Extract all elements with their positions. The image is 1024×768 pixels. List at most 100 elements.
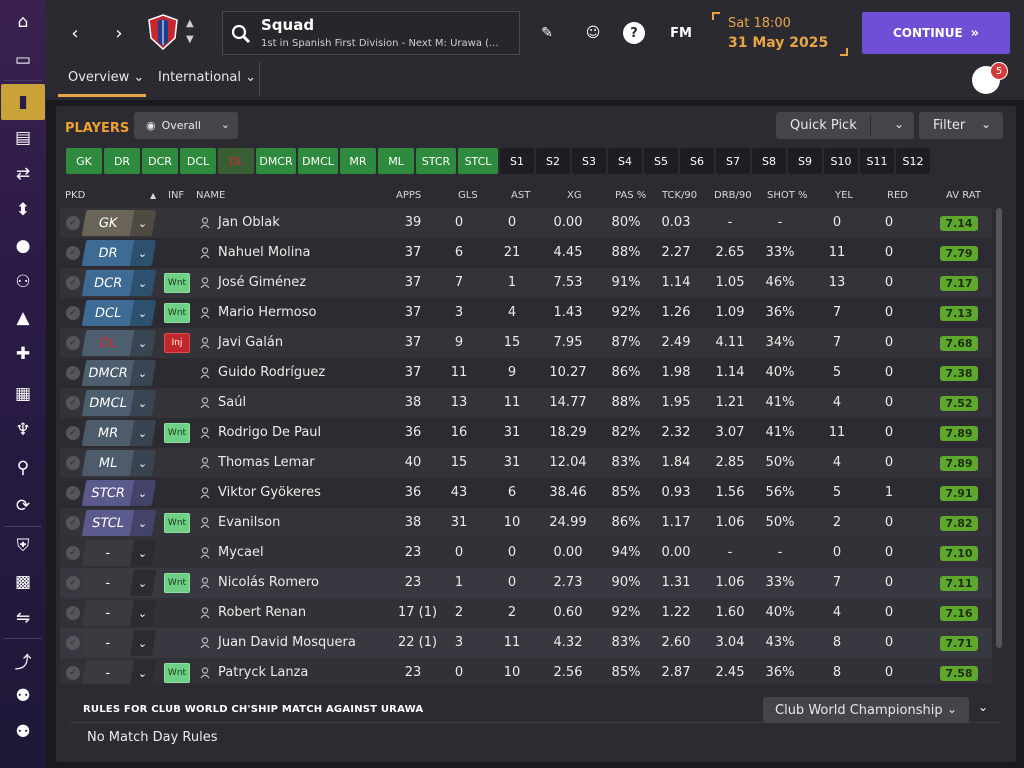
position-selector[interactable]: DCR ⌄: [81, 270, 157, 296]
col-header-pas[interactable]: PAS %: [615, 190, 646, 201]
col-header-apps[interactable]: APPS: [396, 190, 421, 201]
position-selector[interactable]: DR ⌄: [81, 240, 157, 266]
table-row[interactable]: ✓ MR ⌄ Wnt Rodrigo De Paul 36 16 31 18.29 82% 2.32…: [60, 418, 992, 448]
position-filter-s12[interactable]: S12: [896, 148, 930, 174]
position-filter-gk[interactable]: GK: [66, 148, 102, 174]
player-name[interactable]: Mario Hermoso: [218, 305, 316, 320]
player-profile-icon[interactable]: [200, 547, 210, 559]
player-profile-icon[interactable]: [200, 367, 210, 379]
quick-pick-button[interactable]: Quick Pick ⌄: [776, 112, 914, 139]
position-filter-ml[interactable]: ML: [378, 148, 414, 174]
manager-face-icon[interactable]: ☺: [580, 20, 606, 46]
table-scrollbar[interactable]: [996, 208, 1002, 648]
transfers-icon[interactable]: ⇄: [0, 156, 46, 192]
player-profile-icon[interactable]: [200, 487, 210, 499]
position-filter-dl[interactable]: DL: [218, 148, 254, 174]
position-selector[interactable]: - ⌄: [81, 540, 157, 566]
player-name[interactable]: Nicolás Romero: [218, 575, 319, 590]
position-filter-s3[interactable]: S3: [572, 148, 606, 174]
pick-check-icon[interactable]: ✓: [66, 246, 80, 260]
back-arrow-icon[interactable]: ‹: [62, 20, 88, 46]
injury-badge[interactable]: Inj: [164, 333, 190, 353]
transfer-negotiations-icon[interactable]: ⇋: [0, 600, 46, 636]
player-name[interactable]: Rodrigo De Paul: [218, 425, 321, 440]
date-box[interactable]: Sat 18:00 31 May 2025: [710, 12, 850, 56]
home-icon[interactable]: ⌂: [0, 4, 46, 40]
wanted-badge[interactable]: Wnt: [164, 573, 190, 593]
table-row[interactable]: ✓ STCL ⌄ Wnt Evanilson 38 31 10 24.99 86% 1.17 1.06…: [60, 508, 992, 538]
scouting-icon[interactable]: ●: [0, 228, 46, 264]
col-header-inf[interactable]: INF: [168, 190, 184, 201]
player-name[interactable]: Jan Oblak: [218, 215, 280, 230]
position-selector[interactable]: - ⌄: [81, 600, 157, 626]
pick-check-icon[interactable]: ✓: [66, 216, 80, 230]
position-selector[interactable]: DMCL ⌄: [81, 390, 157, 416]
position-filter-s7[interactable]: S7: [716, 148, 750, 174]
club-vision-icon[interactable]: ▲: [0, 300, 46, 336]
table-row[interactable]: ✓ DL ⌄ Inj Javi Galán 37 9 15 7.95 87% 2.49 4.11 34%…: [60, 328, 992, 358]
player-name[interactable]: Thomas Lemar: [218, 455, 315, 470]
player-profile-icon[interactable]: [200, 217, 210, 229]
position-selector[interactable]: - ⌄: [81, 570, 157, 596]
player-name[interactable]: Saúl: [218, 395, 246, 410]
b-team-icon[interactable]: ⚉: [0, 714, 46, 750]
position-selector[interactable]: STCL ⌄: [81, 510, 157, 536]
pick-check-icon[interactable]: ✓: [66, 276, 80, 290]
player-name[interactable]: Nahuel Molina: [218, 245, 311, 260]
position-filter-dr[interactable]: DR: [104, 148, 140, 174]
position-selector[interactable]: DCL ⌄: [81, 300, 157, 326]
pick-check-icon[interactable]: ✓: [66, 426, 80, 440]
wanted-badge[interactable]: Wnt: [164, 513, 190, 533]
player-name[interactable]: Javi Galán: [218, 335, 283, 350]
table-row[interactable]: ✓ STCR ⌄ Viktor Gyökeres 36 43 6 38.46 85% 0.93 1.…: [60, 478, 992, 508]
help-icon[interactable]: ?: [623, 22, 645, 44]
player-profile-icon[interactable]: [200, 607, 210, 619]
position-filter-s6[interactable]: S6: [680, 148, 714, 174]
col-header-red[interactable]: RED: [887, 190, 908, 201]
staff-icon[interactable]: ⚇: [0, 264, 46, 300]
position-selector[interactable]: DL ⌄: [81, 330, 157, 356]
player-profile-icon[interactable]: [200, 337, 210, 349]
position-filter-dmcl[interactable]: DMCL: [298, 148, 338, 174]
continue-button[interactable]: CONTINUE »: [862, 12, 1010, 54]
wanted-badge[interactable]: Wnt: [164, 663, 190, 683]
player-name[interactable]: Viktor Gyökeres: [218, 485, 321, 500]
table-row[interactable]: ✓ - ⌄ Juan David Mosquera 22 (1) 3 11 4.32 83% 2.…: [60, 628, 992, 658]
wanted-badge[interactable]: Wnt: [164, 303, 190, 323]
player-profile-icon[interactable]: [200, 277, 210, 289]
col-header-av-rat[interactable]: AV RAT: [946, 190, 981, 201]
table-row[interactable]: ✓ DCL ⌄ Wnt Mario Hermoso 37 3 4 1.43 92% 1.26 1.09…: [60, 298, 992, 328]
pick-check-icon[interactable]: ✓: [66, 666, 80, 680]
position-filter-s11[interactable]: S11: [860, 148, 894, 174]
tab-overview[interactable]: Overview ⌄: [68, 70, 144, 85]
schedule-icon[interactable]: ▦: [0, 376, 46, 412]
tab-international[interactable]: International ⌄: [158, 70, 256, 85]
development-icon[interactable]: ⤴: [0, 642, 46, 678]
pick-check-icon[interactable]: ✓: [66, 306, 80, 320]
fm-logo-icon[interactable]: FM: [666, 20, 696, 46]
refresh-icon[interactable]: ⟳: [0, 488, 46, 524]
position-selector[interactable]: STCR ⌄: [81, 480, 157, 506]
pick-check-icon[interactable]: ✓: [66, 456, 80, 470]
forward-arrow-icon[interactable]: ›: [106, 20, 132, 46]
competition-dropdown[interactable]: Club World Championship ⌄: [763, 697, 969, 723]
position-selector[interactable]: ML ⌄: [81, 450, 157, 476]
table-row[interactable]: ✓ - ⌄ Wnt Patryck Lanza 23 0 10 2.56 85% 2.87 2.45 3…: [60, 658, 992, 684]
position-selector[interactable]: - ⌄: [81, 660, 157, 684]
position-filter-dcr[interactable]: DCR: [142, 148, 178, 174]
col-header-pkd[interactable]: PKD: [65, 190, 85, 201]
col-header-yel[interactable]: YEL: [835, 190, 853, 201]
table-row[interactable]: ✓ DCR ⌄ Wnt José Giménez 37 7 1 7.53 91% 1.14 1.05 4…: [60, 268, 992, 298]
table-row[interactable]: ✓ DMCR ⌄ Guido Rodríguez 37 11 9 10.27 86% 1.98 1.…: [60, 358, 992, 388]
tactics-icon[interactable]: ▤: [0, 120, 46, 156]
table-row[interactable]: ✓ - ⌄ Mycael 23 0 0 0.00 94% 0.00- -0 0 7.10: [60, 538, 992, 568]
chevron-down-icon[interactable]: ⌄: [894, 117, 904, 131]
player-profile-icon[interactable]: [200, 637, 210, 649]
training-icon[interactable]: ⬍: [0, 192, 46, 228]
player-name[interactable]: Patryck Lanza: [218, 665, 308, 680]
pick-check-icon[interactable]: ✓: [66, 636, 80, 650]
position-filter-s2[interactable]: S2: [536, 148, 570, 174]
finances-icon[interactable]: ▩: [0, 564, 46, 600]
position-selector[interactable]: GK ⌄: [81, 210, 157, 236]
sort-asc-icon[interactable]: ▲: [150, 191, 156, 200]
